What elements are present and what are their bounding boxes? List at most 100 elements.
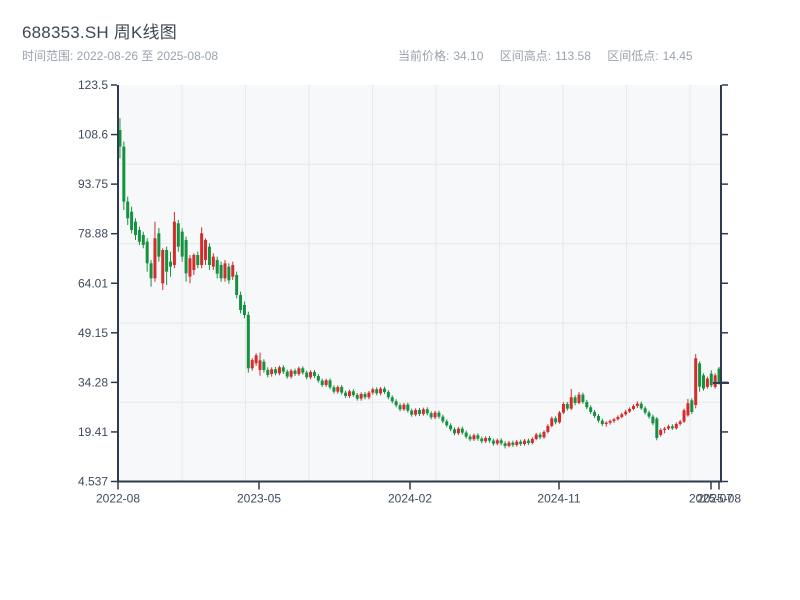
candle-down xyxy=(332,387,336,392)
kline-chart: 123.5 108.6 93.75 78.88 64.01 49.15 34.28 19.41… xyxy=(78,78,741,506)
candle-up xyxy=(379,388,383,394)
candle-up xyxy=(577,394,581,403)
candle-up xyxy=(515,441,519,445)
candle-up xyxy=(542,431,546,438)
candle-down xyxy=(565,403,569,409)
candle-down xyxy=(328,380,332,388)
candle-up xyxy=(534,434,538,439)
y-axis-label: 93.75 xyxy=(78,177,108,191)
candle-down xyxy=(363,393,367,398)
candle-down xyxy=(499,440,503,444)
x-axis-label: 2023-05 xyxy=(237,492,281,506)
candle-down xyxy=(538,434,542,438)
candle-up xyxy=(631,405,635,409)
candle-up xyxy=(608,420,612,423)
candle-down xyxy=(480,438,484,442)
candle-down xyxy=(169,261,173,267)
candle-down xyxy=(382,388,386,392)
candle-down xyxy=(134,221,138,235)
candle-down xyxy=(698,363,702,387)
candle-up xyxy=(678,421,682,424)
candle-down xyxy=(305,372,309,378)
candle-up xyxy=(663,428,667,430)
candle-down xyxy=(312,371,316,376)
candle-up xyxy=(309,371,313,378)
candle-down xyxy=(643,408,647,413)
candle-down xyxy=(130,211,134,230)
candle-down xyxy=(491,440,495,444)
candle-down xyxy=(141,234,145,245)
candle-up xyxy=(682,410,686,422)
candle-down xyxy=(573,397,577,403)
candle-down xyxy=(655,418,659,438)
candle-down xyxy=(235,274,239,295)
y-axis-label: 4.537 xyxy=(78,475,108,489)
candle-up xyxy=(546,425,550,432)
candle-up xyxy=(530,438,534,443)
candle-down xyxy=(246,314,250,369)
candle-down xyxy=(316,375,320,381)
candle-down xyxy=(145,241,149,264)
candle-up xyxy=(550,418,554,426)
candle-down xyxy=(301,368,305,373)
candle-up xyxy=(161,249,165,284)
candle-up xyxy=(172,221,176,265)
candle-down xyxy=(285,371,289,377)
candle-down xyxy=(390,397,394,402)
candle-down xyxy=(600,420,604,424)
candle-down xyxy=(239,294,243,310)
candle-down xyxy=(215,259,219,274)
candle-up xyxy=(192,254,196,270)
candle-up xyxy=(277,367,281,374)
candle-up xyxy=(507,442,511,446)
candle-up xyxy=(635,403,639,406)
candle-up xyxy=(347,391,351,396)
candle-down xyxy=(488,437,492,441)
candle-up xyxy=(624,411,628,415)
candle-down xyxy=(266,369,270,375)
candle-down xyxy=(554,418,558,423)
candle-down xyxy=(320,380,324,385)
candle-down xyxy=(468,436,472,440)
candle-down xyxy=(585,401,589,408)
candle-down xyxy=(344,392,348,396)
candle-down xyxy=(227,266,231,281)
candle-up xyxy=(713,375,717,387)
candle-down xyxy=(418,409,421,414)
candle-down xyxy=(593,411,597,416)
candle-down xyxy=(476,435,480,439)
candle-down xyxy=(386,391,390,398)
plot-background xyxy=(118,85,721,482)
candle-down xyxy=(410,410,414,415)
candle-up xyxy=(616,416,620,420)
candle-down xyxy=(176,223,180,247)
candle-down xyxy=(137,229,141,242)
candle-down xyxy=(207,246,211,265)
candle-down xyxy=(293,370,297,374)
candle-down xyxy=(149,263,153,279)
kline-figure: { "header": { "title": "688353.SH 周K线图",… xyxy=(0,0,800,600)
candle-down xyxy=(274,369,278,374)
candle-up xyxy=(612,419,616,421)
candle-up xyxy=(223,263,227,279)
candle-down xyxy=(394,401,398,406)
candle-down xyxy=(596,415,600,421)
candle-up xyxy=(371,389,375,393)
candle-up xyxy=(620,414,624,417)
candle-up xyxy=(367,392,371,398)
candle-up xyxy=(204,239,208,260)
candle-up xyxy=(604,422,608,424)
candle-down xyxy=(429,413,433,418)
candle-up xyxy=(258,360,262,370)
candle-up xyxy=(336,386,340,392)
candle-down xyxy=(460,428,464,433)
candle-down xyxy=(351,391,355,395)
candle-down xyxy=(709,373,713,386)
candle-down xyxy=(701,375,705,389)
candle-down xyxy=(639,403,643,409)
candle-down xyxy=(519,441,523,444)
candle-down xyxy=(262,361,266,370)
candle-up xyxy=(421,409,425,414)
candle-down xyxy=(196,254,200,265)
x-axis-label: 2024-02 xyxy=(388,492,432,506)
